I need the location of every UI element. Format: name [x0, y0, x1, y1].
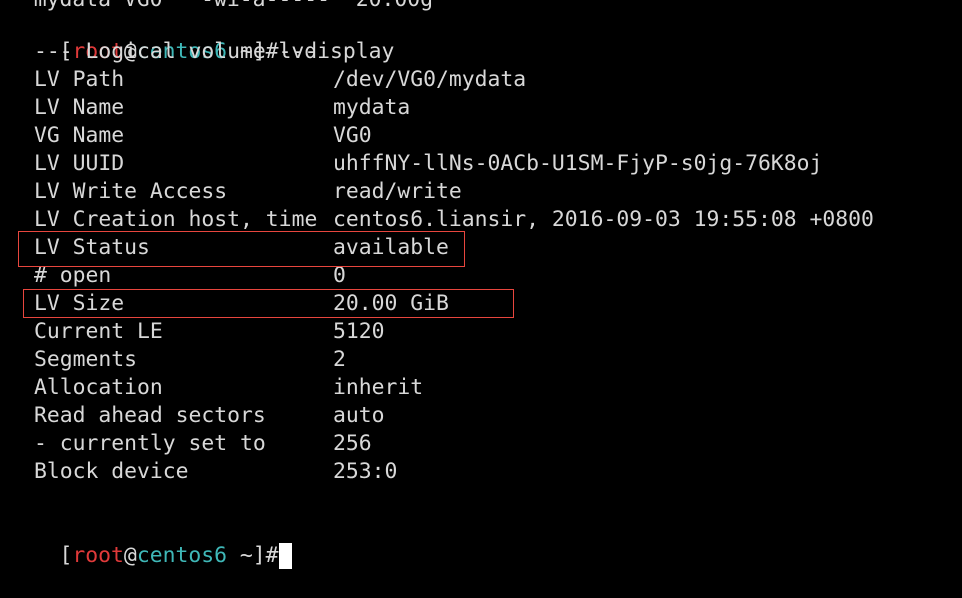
- field-lv-creation-host-time: LV Creation host, time centos6.liansir, 2…: [34, 206, 874, 234]
- field-key: LV Creation host, time: [34, 207, 318, 232]
- field-lv-path: LV Path/dev/VG0/mydata: [34, 66, 526, 94]
- field-key: LV Status: [34, 235, 150, 260]
- prompt-close-bracket: ]#: [252, 543, 279, 568]
- prompt-path: ~: [226, 543, 253, 568]
- text-cursor[interactable]: [278, 543, 292, 569]
- field-currently-set-to: - currently set to 256: [34, 430, 372, 458]
- field-key: LV Write Access: [34, 179, 228, 204]
- field-allocation: Allocation inherit: [34, 374, 423, 402]
- field-value: 5120: [333, 319, 385, 344]
- field-value: 2: [333, 347, 346, 372]
- field-value: uhffNY-llNs-0ACb-U1SM-FjyP-s0jg-76K8oj: [333, 151, 823, 176]
- field-read-ahead-sectors: Read ahead sectors auto: [34, 402, 385, 430]
- field-value: 20.00 GiB: [333, 291, 449, 316]
- field-value: inherit: [333, 375, 424, 400]
- field-key: Read ahead sectors: [34, 403, 266, 428]
- field-value: mydata: [333, 95, 411, 120]
- field-key: Current LE: [34, 319, 163, 344]
- field-value: 0: [333, 263, 346, 288]
- field-key: Block device: [34, 459, 189, 484]
- prompt-user: root: [72, 543, 124, 568]
- field-key: LV UUID: [34, 151, 125, 176]
- field-key: VG Name: [34, 123, 125, 148]
- field-key: Segments: [34, 347, 138, 372]
- field-lv-name: LV Name mydata: [34, 94, 410, 122]
- field-open: # open 0: [34, 262, 346, 290]
- field-key: Allocation: [34, 375, 163, 400]
- field-segments: Segments 2: [34, 346, 346, 374]
- command-prompt-line: [root@centos6 ~]#lvdisplay: [8, 10, 395, 64]
- field-value: /dev/VG0/mydata: [333, 67, 527, 92]
- field-block-device: Block device 253:0: [34, 458, 397, 486]
- field-vg-name: VG Name VG0: [34, 122, 372, 150]
- field-key: LV Size: [34, 291, 125, 316]
- terminal-window[interactable]: mydata VG0 -wi-a----- 20.00g [root@cento…: [0, 0, 962, 569]
- field-value: centos6.liansir, 2016-09-03 19:55:08 +08…: [333, 207, 874, 232]
- prompt-host: centos6: [136, 543, 227, 568]
- field-lv-status: LV Status available: [34, 234, 449, 262]
- field-key: LV Name: [34, 95, 125, 120]
- active-prompt-line[interactable]: [root@centos6 ~]#: [8, 514, 292, 569]
- prompt-open-bracket: [: [59, 543, 73, 568]
- field-value: read/write: [333, 179, 462, 204]
- field-value: available: [333, 235, 449, 260]
- field-value: auto: [333, 403, 385, 428]
- field-value: VG0: [333, 123, 372, 148]
- field-key: # open: [34, 263, 112, 288]
- field-value: 256: [333, 431, 372, 456]
- field-lv-uuid: LV UUID uhffNY-llNs-0ACb-U1SM-FjyP-s0jg-7…: [34, 150, 822, 178]
- section-header: --- Logical volume ---: [34, 39, 318, 64]
- field-value: 253:0: [333, 459, 398, 484]
- field-key: LV Path: [34, 67, 125, 92]
- field-key: - currently set to: [34, 431, 266, 456]
- field-current-le: Current LE 5120: [34, 318, 385, 346]
- prompt-at: @: [123, 543, 137, 568]
- field-lv-size: LV Size 20.00 GiB: [34, 290, 449, 318]
- field-lv-write-access: LV Write Access read/write: [34, 178, 462, 206]
